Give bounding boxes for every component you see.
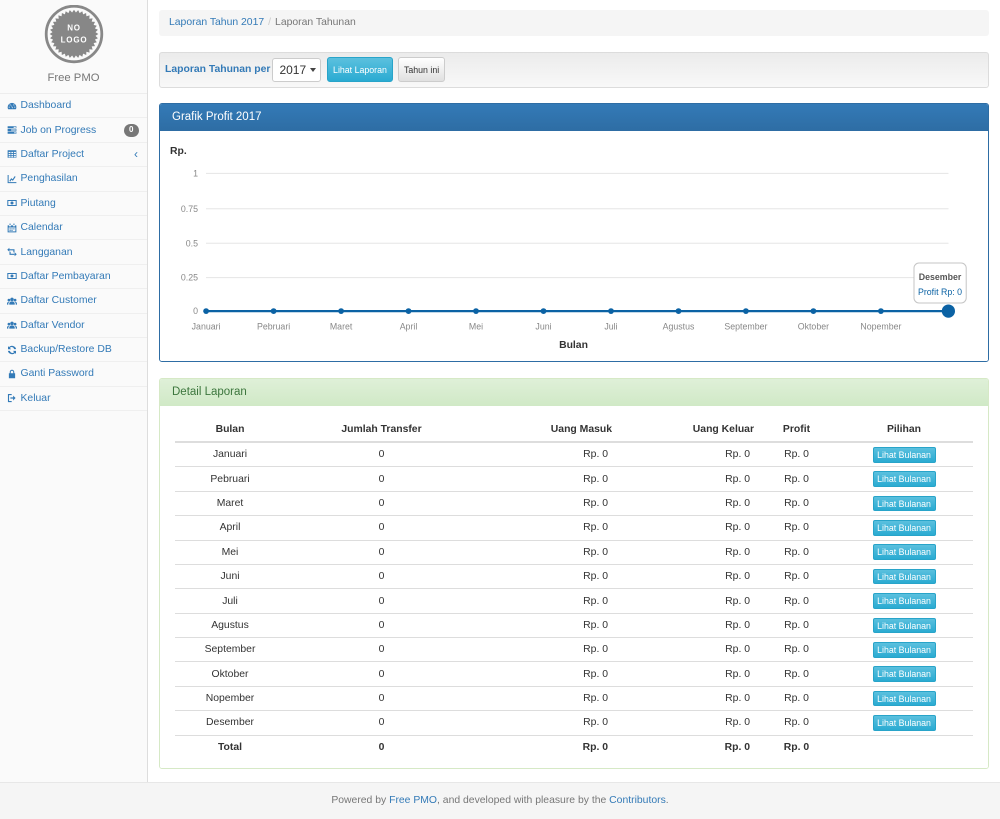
svg-text:Oktober: Oktober bbox=[798, 321, 829, 331]
svg-text:Pebruari: Pebruari bbox=[257, 321, 290, 331]
svg-text:1: 1 bbox=[193, 168, 198, 178]
svg-text:Januari: Januari bbox=[192, 321, 221, 331]
svg-text:NO: NO bbox=[67, 24, 81, 33]
svg-text:0.75: 0.75 bbox=[181, 203, 198, 213]
svg-text:Nopember: Nopember bbox=[860, 321, 901, 331]
svg-text:0.5: 0.5 bbox=[186, 238, 198, 248]
svg-text:April: April bbox=[400, 321, 418, 331]
svg-text:September: September bbox=[724, 321, 767, 331]
svg-text:Mei: Mei bbox=[469, 321, 483, 331]
svg-text:0.25: 0.25 bbox=[181, 272, 198, 282]
svg-text:Agustus: Agustus bbox=[663, 321, 695, 331]
svg-text:Maret: Maret bbox=[330, 321, 353, 331]
svg-text:LOGO: LOGO bbox=[61, 36, 88, 45]
svg-text:0: 0 bbox=[193, 306, 198, 316]
svg-text:Desember: Desember bbox=[919, 272, 962, 282]
svg-text:Juni: Juni bbox=[535, 321, 551, 331]
svg-text:Juli: Juli bbox=[604, 321, 617, 331]
svg-text:Profit Rp: 0: Profit Rp: 0 bbox=[918, 287, 962, 297]
